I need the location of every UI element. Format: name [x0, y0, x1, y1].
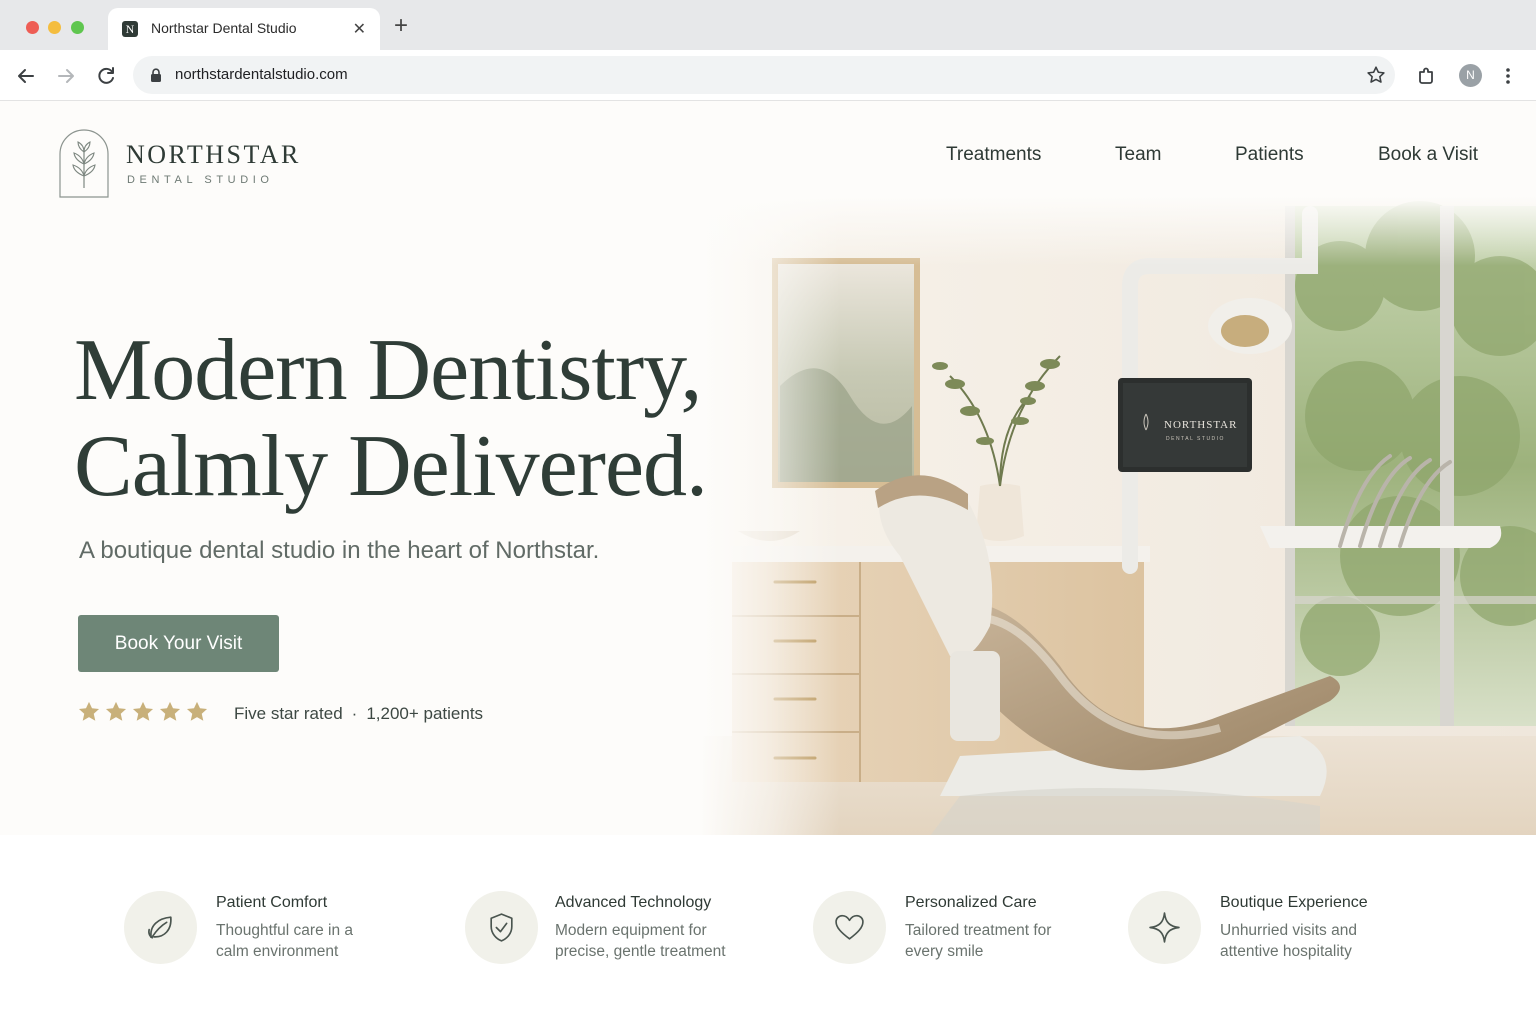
back-icon[interactable] [14, 64, 38, 88]
star-rating-icon [186, 701, 208, 721]
nav-link-book-a-visit[interactable]: Book a Visit [1378, 144, 1478, 166]
menu-icon[interactable] [1496, 64, 1520, 88]
feature-title: Patient Comfort [216, 894, 328, 911]
browser-toolbar: northstardentalstudio.com N [0, 50, 1536, 101]
hero-image-fade-top [700, 196, 1536, 266]
feature-icon-circle [465, 891, 538, 964]
window-zoom-button[interactable] [71, 21, 84, 34]
feature-icon-circle [1128, 891, 1201, 964]
book-your-visit-button[interactable]: Book Your Visit [78, 615, 279, 672]
feature-description: Modern equipment for precise, gentle tre… [555, 922, 726, 960]
leaf-icon [148, 916, 172, 939]
rating-separator: · [351, 704, 358, 723]
profile-avatar[interactable]: N [1459, 64, 1482, 87]
hero-headline: Modern Dentistry, Calmly Delivered. [74, 322, 708, 515]
sparkle-icon [1149, 912, 1180, 943]
nav-link-treatments[interactable]: Treatments [946, 144, 1041, 166]
feature-description: Thoughtful care in a calm environment [216, 922, 354, 960]
rating-label: Five star rated [234, 704, 343, 723]
heart-icon [835, 914, 864, 940]
lock-icon [151, 68, 161, 82]
features-strip: Patient Comfort Thoughtful care in a cal… [0, 835, 1536, 1024]
star-rating-icon [78, 701, 100, 721]
tab-title: Northstar Dental Studio [151, 20, 297, 36]
feature-title: Boutique Experience [1220, 894, 1368, 911]
feature-icon-circle [124, 891, 197, 964]
reload-icon[interactable] [94, 64, 118, 88]
plus-icon[interactable]: + [394, 13, 408, 39]
feature-icon-circle [813, 891, 886, 964]
close-icon[interactable]: ✕ [353, 19, 366, 39]
rating-patients: 1,200+ patients [366, 704, 484, 723]
forward-icon[interactable] [54, 64, 78, 88]
browser-tab-strip: N Northstar Dental Studio ✕ + [0, 0, 1536, 50]
nav-link-patients[interactable]: Patients [1235, 144, 1304, 166]
window-close-button[interactable] [26, 21, 39, 34]
url-text: northstardentalstudio.com [175, 66, 348, 83]
monitor-logo-sub: DENTAL STUDIO [1166, 436, 1225, 442]
feature-title: Advanced Technology [555, 894, 712, 911]
hero-subhead: A boutique dental studio in the heart of… [79, 537, 600, 564]
star-icon[interactable] [1365, 64, 1387, 86]
hero-headline-line1: Modern Dentistry, [74, 322, 702, 419]
hero-headline-line2: Calmly Delivered. [74, 418, 708, 515]
nav-link-team[interactable]: Team [1115, 144, 1161, 166]
rating-stars [78, 701, 208, 722]
browser-tab[interactable]: N Northstar Dental Studio ✕ [108, 8, 380, 50]
extensions-icon[interactable] [1415, 64, 1439, 88]
hero-image-fade [700, 196, 840, 836]
address-bar[interactable]: northstardentalstudio.com [133, 56, 1395, 94]
shield-check-icon [490, 913, 513, 942]
window-minimize-button[interactable] [48, 21, 61, 34]
logo-name[interactable]: NORTHSTAR [126, 140, 301, 170]
logo-mark-icon [59, 129, 109, 198]
monitor-logo-name: NORTHSTAR [1164, 419, 1237, 431]
star-rating-icon [159, 701, 181, 721]
feature-description: Tailored treatment for every smile [905, 922, 1052, 960]
tab-favicon: N [122, 21, 138, 37]
feature-title: Personalized Care [905, 894, 1037, 911]
feature-description: Unhurried visits and attentive hospitali… [1220, 922, 1357, 960]
star-rating-icon [132, 701, 154, 721]
rating-summary: Five star rated · 1,200+ patients [234, 704, 483, 724]
web-page: NORTHSTAR DENTAL STUDIO NORTHSTAR DENTAL… [0, 101, 1536, 1024]
star-rating-icon [105, 701, 127, 721]
logo-subtitle: DENTAL STUDIO [127, 174, 274, 186]
